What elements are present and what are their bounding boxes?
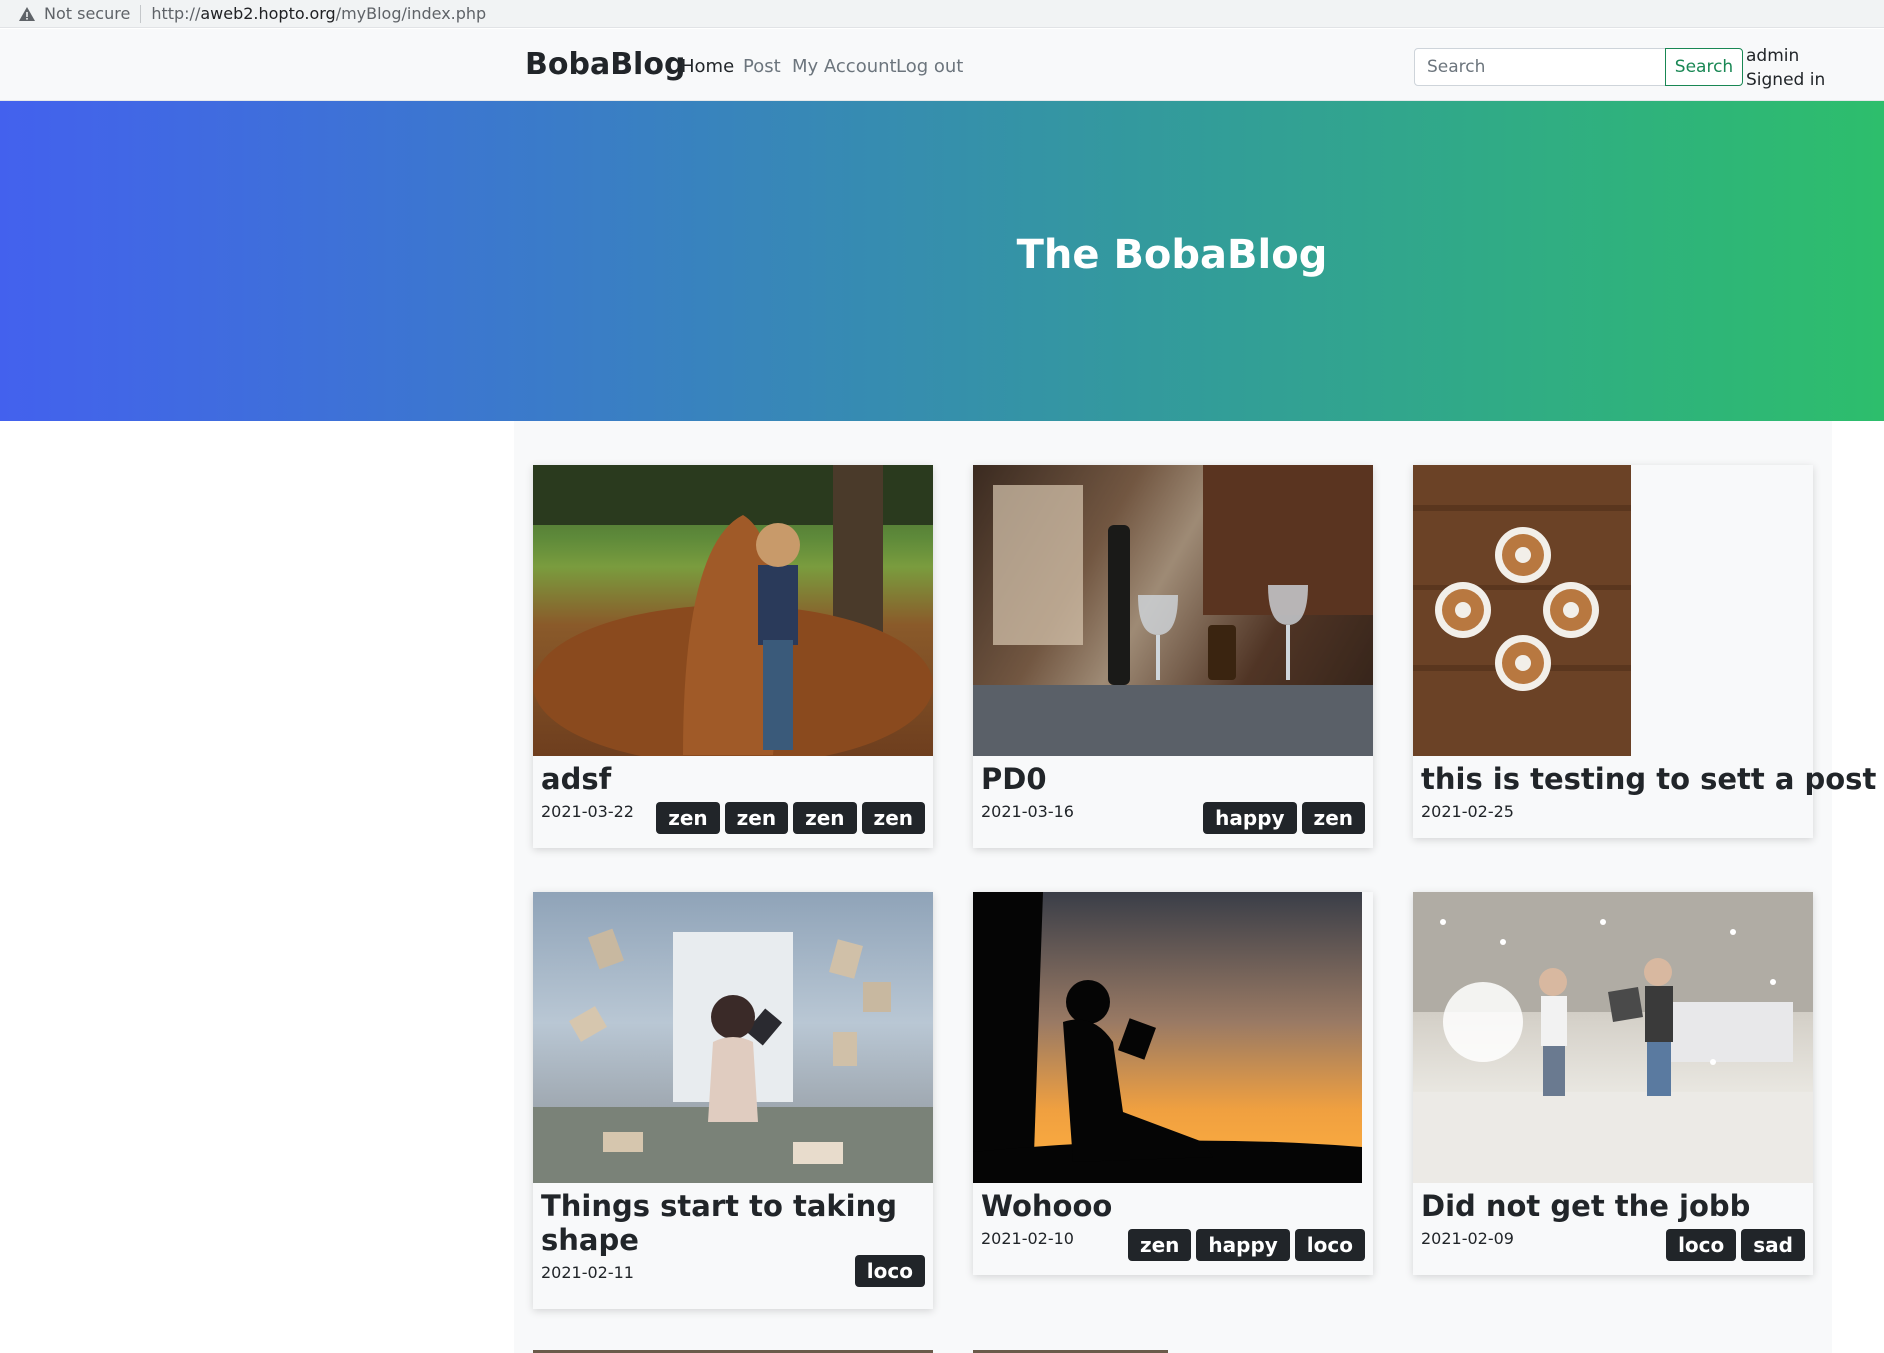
post-title[interactable]: PD0	[973, 756, 1373, 796]
post-title[interactable]: Things start to taking shape	[533, 1183, 933, 1257]
tag-list: loco	[854, 1255, 925, 1287]
tag-list: zen happy loco	[1127, 1229, 1365, 1261]
search-button[interactable]: Search	[1665, 48, 1743, 86]
post-card[interactable]: PD0 2021-03-16 happy zen	[973, 465, 1373, 848]
tag-badge[interactable]: zen	[656, 802, 720, 834]
post-image-leaves	[533, 465, 933, 756]
post-date: 2021-02-25	[1421, 802, 1514, 821]
tag-badge[interactable]: happy	[1203, 802, 1297, 834]
tag-badge[interactable]: zen	[1301, 802, 1365, 834]
tag-badge[interactable]: zen	[861, 802, 925, 834]
tag-badge[interactable]: sad	[1741, 1229, 1805, 1261]
tag-badge[interactable]: loco	[854, 1255, 925, 1287]
post-image-dinner	[973, 465, 1373, 756]
post-image[interactable]	[973, 892, 1373, 1183]
tag-list: loco sad	[1666, 1229, 1805, 1261]
post-image-pillow-fight	[1413, 892, 1813, 1183]
url-host: aweb2.hopto.org	[200, 4, 336, 23]
post-card[interactable]: Did not get the jobb 2021-02-09 loco sad	[1413, 892, 1813, 1275]
nav-my-account[interactable]: My Account	[792, 56, 897, 77]
post-image[interactable]	[1413, 892, 1813, 1183]
post-title[interactable]: Did not get the jobb	[1413, 1183, 1813, 1223]
post-card[interactable]: this is testing to sett a post 2021-02-2…	[1413, 465, 1876, 838]
tag-list: zen zen zen zen	[656, 802, 925, 834]
post-title[interactable]: this is testing to sett a post	[1413, 756, 1876, 796]
nav-post[interactable]: Post	[743, 56, 781, 77]
nav-log-out[interactable]: Log out	[896, 56, 963, 77]
tag-badge[interactable]: loco	[1666, 1229, 1737, 1261]
warning-icon	[19, 6, 35, 21]
tag-badge[interactable]: happy	[1196, 1229, 1290, 1261]
search-input[interactable]	[1414, 48, 1666, 86]
post-image-coffee	[1413, 465, 1631, 756]
navbar: BobaBlog Home Post My Account Log out Se…	[0, 29, 1884, 101]
post-grid: adsf 2021-03-22 zen zen zen zen PD0 2021…	[514, 421, 1876, 1353]
post-image-sunset	[973, 892, 1362, 1183]
url-text[interactable]: http://aweb2.hopto.org/myBlog/index.php	[151, 4, 486, 23]
signed-in-label: Signed in	[1746, 70, 1826, 90]
tag-list: happy zen	[1203, 802, 1365, 834]
tag-badge[interactable]: loco	[1294, 1229, 1365, 1261]
nav-home[interactable]: Home	[681, 56, 734, 77]
security-label: Not secure	[44, 4, 131, 23]
brand-logo[interactable]: BobaBlog	[525, 47, 685, 82]
post-image[interactable]	[973, 465, 1373, 756]
post-card[interactable]: Wohooo 2021-02-10 zen happy loco	[973, 892, 1373, 1275]
post-card[interactable]: adsf 2021-03-22 zen zen zen zen	[533, 465, 933, 848]
username-label: admin	[1746, 46, 1800, 66]
tag-badge[interactable]: zen	[1127, 1229, 1192, 1261]
post-image-books	[533, 928, 933, 1183]
user-status: admin Signed in	[1746, 44, 1825, 92]
url-prefix: http://	[151, 4, 201, 23]
tag-badge[interactable]: zen	[793, 802, 857, 834]
post-title[interactable]: Wohooo	[973, 1183, 1373, 1223]
post-image[interactable]	[533, 465, 933, 756]
post-image[interactable]	[533, 892, 933, 1183]
post-title[interactable]: adsf	[533, 756, 933, 796]
hero-banner: The BobaBlog	[0, 101, 1884, 421]
post-image[interactable]	[1413, 465, 1813, 756]
address-separator	[140, 4, 142, 23]
url-path: /myBlog/index.php	[335, 4, 487, 23]
tag-badge[interactable]: zen	[724, 802, 789, 834]
browser-address-bar[interactable]: Not secure http://aweb2.hopto.org/myBlog…	[0, 0, 1884, 28]
hero-title: The BobaBlog	[1016, 232, 1328, 278]
post-card[interactable]: Things start to taking shape 2021-02-11 …	[533, 892, 933, 1309]
